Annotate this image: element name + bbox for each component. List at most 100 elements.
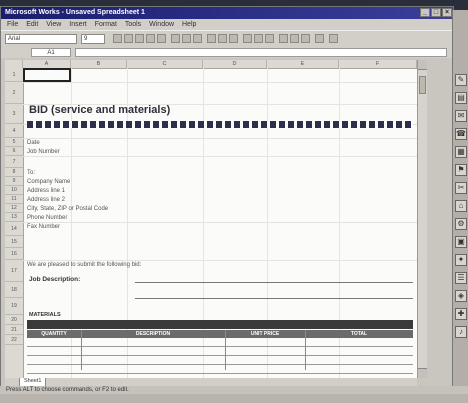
tool-icon[interactable]: ▤ [455, 92, 467, 104]
align-right-icon[interactable] [265, 34, 274, 43]
row-header[interactable]: 12 [5, 204, 23, 213]
row-header[interactable]: 5 [5, 138, 23, 147]
italic-icon[interactable] [218, 34, 227, 43]
status-text: Press ALT to choose commands, or F2 to e… [6, 387, 129, 393]
row-header[interactable]: 9 [5, 177, 23, 186]
title-bar: Microsoft Works - Unsaved Spreadsheet 1 … [1, 7, 453, 19]
row-header[interactable]: 14 [5, 222, 23, 236]
row-header[interactable]: 8 [5, 168, 23, 177]
preview-icon[interactable] [157, 34, 166, 43]
row-header[interactable]: 19 [5, 298, 23, 315]
row-header[interactable]: 22 [5, 335, 23, 345]
row-header[interactable]: 1 [5, 68, 23, 82]
formula-input[interactable] [75, 48, 447, 57]
job-description-label: Job Description: [29, 276, 81, 283]
menu-help[interactable]: Help [182, 19, 196, 30]
column-header[interactable]: E [267, 60, 339, 68]
save-icon[interactable] [135, 34, 144, 43]
maximize-button[interactable]: □ [431, 8, 441, 17]
menu-window[interactable]: Window [149, 19, 174, 30]
close-button[interactable]: × [442, 8, 452, 17]
row-header[interactable]: 2 [5, 82, 23, 104]
cut-icon[interactable] [171, 34, 180, 43]
row-header[interactable]: 18 [5, 282, 23, 298]
formula-bar: A1 [1, 47, 453, 58]
tool-icon[interactable]: ✚ [455, 308, 467, 320]
table-row[interactable] [27, 365, 413, 374]
font-select[interactable]: Arial [5, 34, 77, 44]
tool-icon[interactable]: ✎ [455, 74, 467, 86]
format-icon[interactable] [329, 34, 338, 43]
vertical-scrollbar[interactable] [417, 60, 427, 378]
open-icon[interactable] [124, 34, 133, 43]
menu-insert[interactable]: Insert [69, 19, 87, 30]
row-header[interactable]: 21 [5, 325, 23, 335]
underline-icon[interactable] [229, 34, 238, 43]
row-header[interactable]: 6 [5, 147, 23, 156]
column-header[interactable]: B [71, 60, 127, 68]
scroll-down-icon[interactable] [418, 368, 427, 378]
tool-icon[interactable]: ⌂ [455, 200, 467, 212]
sheet-tab-bar: Sheet1 [5, 378, 417, 387]
chart-icon[interactable] [301, 34, 310, 43]
help-icon[interactable] [315, 34, 324, 43]
align-center-icon[interactable] [254, 34, 263, 43]
autosum-icon[interactable] [279, 34, 288, 43]
tool-icon[interactable]: ▣ [455, 236, 467, 248]
table-row[interactable] [27, 356, 413, 365]
row-header[interactable]: 17 [5, 260, 23, 282]
column-header[interactable]: D [203, 60, 267, 68]
row-header[interactable]: 15 [5, 236, 23, 248]
gridline [23, 138, 417, 139]
menu-format[interactable]: Format [95, 19, 117, 30]
tool-icon[interactable]: ✦ [455, 254, 467, 266]
tool-icon[interactable]: ♪ [455, 326, 467, 338]
print-icon[interactable] [146, 34, 155, 43]
tool-icon[interactable]: ◈ [455, 290, 467, 302]
currency-icon[interactable] [290, 34, 299, 43]
spreadsheet-grid[interactable]: A B C D E F 1 2 3 4 5 6 7 8 9 10 11 12 1… [5, 60, 417, 378]
active-cell[interactable] [23, 68, 71, 82]
tool-icon[interactable]: ▦ [455, 146, 467, 158]
menu-view[interactable]: View [46, 19, 61, 30]
paste-icon[interactable] [193, 34, 202, 43]
row-header[interactable]: 11 [5, 195, 23, 204]
menu-file[interactable]: File [7, 19, 18, 30]
status-bar: Press ALT to choose commands, or F2 to e… [0, 386, 468, 394]
minimize-button[interactable]: _ [420, 8, 430, 17]
cell-reference-box[interactable]: A1 [31, 48, 71, 57]
row-header[interactable]: 13 [5, 213, 23, 222]
row-header[interactable]: 10 [5, 186, 23, 195]
tool-icon[interactable]: ☎ [455, 128, 467, 140]
copy-icon[interactable] [182, 34, 191, 43]
row-header[interactable]: 7 [5, 156, 23, 168]
align-left-icon[interactable] [243, 34, 252, 43]
tool-icon[interactable]: ✂ [455, 182, 467, 194]
row-header[interactable]: 4 [5, 124, 23, 138]
scroll-up-icon[interactable] [418, 60, 427, 70]
menu-edit[interactable]: Edit [26, 19, 38, 30]
row-header[interactable]: 3 [5, 104, 23, 124]
column-header[interactable]: C [127, 60, 203, 68]
scroll-thumb[interactable] [419, 76, 426, 94]
menu-tools[interactable]: Tools [125, 19, 141, 30]
row-headers: 1 2 3 4 5 6 7 8 9 10 11 12 13 14 15 16 1… [5, 68, 24, 378]
row-header[interactable]: 16 [5, 248, 23, 260]
row-header[interactable]: 20 [5, 315, 23, 325]
column-header[interactable]: F [339, 60, 417, 68]
table-row[interactable] [27, 338, 413, 347]
column-header[interactable]: A [23, 60, 71, 68]
materials-label: MATERIALS [29, 312, 61, 318]
table-row[interactable] [27, 347, 413, 356]
font-size-select[interactable]: 9 [81, 34, 105, 44]
bold-icon[interactable] [207, 34, 216, 43]
tool-icon[interactable]: ✉ [455, 110, 467, 122]
new-icon[interactable] [113, 34, 122, 43]
materials-bar [27, 320, 413, 329]
table-header-description: DESCRIPTION [135, 331, 171, 337]
tool-icon[interactable]: ⚙ [455, 218, 467, 230]
select-all-corner[interactable] [5, 60, 23, 68]
tool-icon[interactable]: ⚑ [455, 164, 467, 176]
table-header-unit-price: UNIT PRICE [250, 331, 280, 337]
tool-icon[interactable]: ☰ [455, 272, 467, 284]
